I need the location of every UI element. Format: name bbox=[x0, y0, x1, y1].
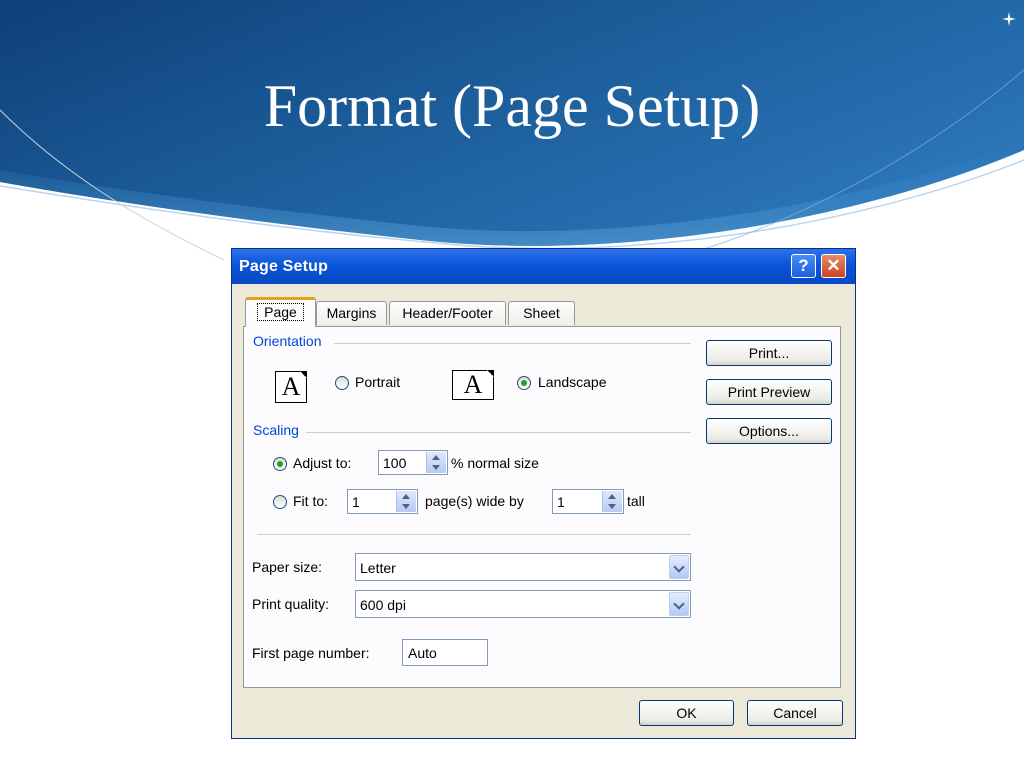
landscape-icon-letter: A bbox=[463, 370, 483, 399]
adjust-to-spin-arrows-icon[interactable] bbox=[426, 452, 446, 473]
fit-to-radio[interactable] bbox=[273, 495, 287, 509]
scaling-group-label: Scaling bbox=[253, 422, 299, 438]
paper-size-select[interactable]: Letter bbox=[355, 553, 691, 581]
ok-button[interactable]: OK bbox=[639, 700, 734, 726]
portrait-page-icon: A bbox=[275, 371, 307, 403]
scaling-bottom-divider bbox=[257, 534, 691, 535]
print-preview-button[interactable]: Print Preview bbox=[706, 379, 832, 405]
fit-tall-value: 1 bbox=[557, 494, 565, 510]
print-button[interactable]: Print... bbox=[706, 340, 832, 366]
first-page-number-field[interactable]: Auto bbox=[402, 639, 488, 666]
dialog-title: Page Setup bbox=[239, 258, 329, 275]
options-button[interactable]: Options... bbox=[706, 418, 832, 444]
close-button[interactable]: ✕ bbox=[821, 254, 846, 278]
tab-page[interactable]: Page bbox=[245, 297, 316, 327]
star-icon bbox=[1002, 12, 1016, 26]
print-quality-label: Print quality: bbox=[252, 596, 330, 612]
orientation-group-label: Orientation bbox=[253, 333, 322, 349]
portrait-label[interactable]: Portrait bbox=[355, 374, 400, 390]
landscape-fold-icon bbox=[487, 370, 494, 377]
tab-sheet[interactable]: Sheet bbox=[508, 301, 575, 325]
landscape-page-icon: A bbox=[452, 370, 494, 400]
tab-margins[interactable]: Margins bbox=[316, 301, 387, 325]
paper-size-value: Letter bbox=[360, 560, 396, 576]
tab-header-footer[interactable]: Header/Footer bbox=[389, 301, 506, 325]
pages-wide-by-label: page(s) wide by bbox=[425, 493, 524, 509]
tall-label: tall bbox=[627, 493, 645, 509]
fit-wide-spin-arrows-icon[interactable] bbox=[396, 491, 416, 512]
adjust-to-label[interactable]: Adjust to: bbox=[293, 455, 351, 471]
print-quality-select[interactable]: 600 dpi bbox=[355, 590, 691, 618]
scaling-divider bbox=[306, 432, 691, 433]
fit-wide-spinner[interactable]: 1 bbox=[347, 489, 418, 514]
first-page-number-value: Auto bbox=[408, 645, 437, 661]
landscape-radio[interactable] bbox=[517, 376, 531, 390]
chevron-down-icon[interactable] bbox=[669, 592, 689, 616]
page-setup-dialog: Page Setup ? ✕ Page Margins Header/Foote… bbox=[231, 248, 856, 739]
chevron-down-icon[interactable] bbox=[669, 555, 689, 579]
fit-wide-value: 1 bbox=[352, 494, 360, 510]
dialog-titlebar[interactable]: Page Setup ? ✕ bbox=[232, 249, 855, 284]
portrait-icon-letter: A bbox=[281, 372, 301, 401]
first-page-number-label: First page number: bbox=[252, 645, 370, 661]
tab-page-label: Page bbox=[257, 303, 304, 321]
cancel-button[interactable]: Cancel bbox=[747, 700, 843, 726]
print-quality-value: 600 dpi bbox=[360, 597, 406, 613]
slide-title: Format (Page Setup) bbox=[263, 73, 761, 139]
normal-size-label: % normal size bbox=[451, 455, 539, 471]
help-button[interactable]: ? bbox=[791, 254, 816, 278]
adjust-to-value: 100 bbox=[383, 455, 407, 471]
landscape-label[interactable]: Landscape bbox=[538, 374, 607, 390]
paper-size-label: Paper size: bbox=[252, 559, 323, 575]
portrait-radio[interactable] bbox=[335, 376, 349, 390]
adjust-to-radio[interactable] bbox=[273, 457, 287, 471]
fit-tall-spin-arrows-icon[interactable] bbox=[602, 491, 622, 512]
fit-to-label[interactable]: Fit to: bbox=[293, 493, 328, 509]
orientation-divider bbox=[334, 343, 691, 344]
fit-tall-spinner[interactable]: 1 bbox=[552, 489, 624, 514]
adjust-to-spinner[interactable]: 100 bbox=[378, 450, 448, 475]
portrait-fold-icon bbox=[300, 371, 307, 378]
